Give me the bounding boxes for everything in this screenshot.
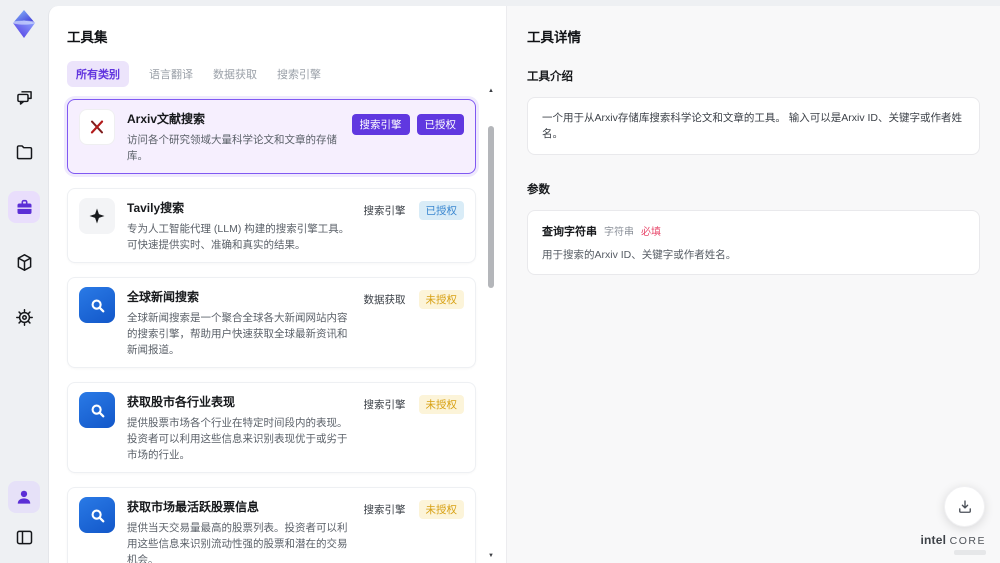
tool-card-description: 提供当天交易量最高的股票列表。投资者可以利用这些信息来识别流动性强的股票和潜在的…: [127, 522, 348, 563]
scrollbar-thumb[interactable]: [488, 126, 494, 288]
magnifier-glyph: [91, 404, 104, 417]
tool-card-global-news[interactable]: 全球新闻搜索 全球新闻搜索是一个聚合全球各大新闻网站内容的搜索引擎，帮助用户快速…: [67, 277, 476, 368]
category-label: 搜索引擎: [363, 504, 406, 516]
category-label: 搜索引擎: [363, 399, 406, 411]
app-logo-gem-icon: [12, 10, 36, 38]
tavily-logo-icon: [79, 198, 115, 234]
download-icon: [958, 499, 971, 513]
tool-card-sector-performance[interactable]: 获取股市各行业表现 提供股票市场各个行业在特定时间段内的表现。投资者可以利用这些…: [67, 382, 476, 473]
tool-card-body: Arxiv文献搜索 访问各个研究领域大量科学论文和文章的存储库。: [127, 109, 352, 164]
param-header: 查询字符串 字符串 必填: [542, 223, 965, 239]
sidebar-rail: [0, 0, 48, 563]
tool-card-title: 全球新闻搜索: [127, 290, 200, 304]
scrollbar-down-arrow[interactable]: ▼: [487, 553, 495, 559]
tool-card-title: Arxiv文献搜索: [127, 112, 206, 126]
stock-search-logo-icon: [79, 392, 115, 428]
magnifier-glyph: [91, 299, 104, 312]
panel-toggle-icon: [16, 530, 32, 544]
tool-card-meta: 搜索引擎 未授权: [363, 497, 464, 519]
sidebar-item-models[interactable]: [8, 246, 40, 278]
arxiv-logo-icon: [79, 109, 115, 145]
sidebar-item-collapse[interactable]: [8, 521, 40, 553]
magnifier-glyph: [91, 509, 104, 522]
page-title: 工具集: [67, 30, 108, 45]
tool-card-description: 访问各个研究领域大量科学论文和文章的存储库。: [127, 134, 337, 162]
status-badge-unauthorized: 未授权: [418, 395, 464, 414]
intel-core-wordmark: intel CORE: [920, 533, 986, 547]
download-button[interactable]: [944, 486, 985, 527]
status-pill-authorized: 已授权: [416, 114, 464, 135]
intel-badge-strip: [954, 550, 986, 555]
detail-title: 工具详情: [527, 30, 581, 45]
intro-box: 一个用于从Arxiv存储库搜索科学论文和文章的工具。 输入可以是Arxiv ID…: [527, 97, 980, 155]
param-name: 查询字符串: [542, 226, 597, 238]
tool-card-meta: 搜索引擎 未授权: [363, 392, 464, 414]
tool-detail-pane: 工具详情 工具介绍 一个用于从Arxiv存储库搜索科学论文和文章的工具。 输入可…: [506, 6, 1000, 563]
param-box: 查询字符串 字符串 必填 用于搜索的Arxiv ID、关键字或作者姓名。: [527, 210, 980, 275]
sidebar-item-account[interactable]: [8, 481, 40, 513]
tool-card-tavily[interactable]: Tavily搜索 专为人工智能代理 (LLM) 构建的搜索引擎工具。可快速提供实…: [67, 188, 476, 263]
category-label: 搜索引擎: [363, 205, 406, 217]
core-word: CORE: [949, 535, 986, 547]
tool-card-most-active-stocks[interactable]: 获取市场最活跃股票信息 提供当天交易量最高的股票列表。投资者可以利用这些信息来识…: [67, 487, 476, 563]
scrollbar-up-arrow[interactable]: ▲: [487, 88, 495, 94]
folder-icon: [16, 144, 32, 159]
list-scrollbar[interactable]: ▲ ▼: [487, 88, 495, 559]
tool-card-title: 获取股市各行业表现: [127, 395, 236, 409]
app-logo: [7, 7, 41, 41]
tab-all-categories[interactable]: 所有类别: [67, 61, 129, 87]
arxiv-x-glyph: [90, 120, 104, 134]
tool-card-body: Tavily搜索 专为人工智能代理 (LLM) 构建的搜索引擎工具。可快速提供实…: [127, 198, 364, 253]
param-required-flag: 必填: [641, 227, 661, 238]
category-label: 数据获取: [363, 294, 406, 306]
tool-card-description: 专为人工智能代理 (LLM) 构建的搜索引擎工具。可快速提供实时、准确和真实的结…: [127, 223, 350, 251]
status-badge-authorized: 已授权: [418, 201, 464, 220]
tab-language-translation[interactable]: 语言翻译: [149, 66, 193, 82]
tool-card-title: Tavily搜索: [127, 201, 185, 215]
user-icon: [17, 490, 31, 504]
tool-card-body: 获取股市各行业表现 提供股票市场各个行业在特定时间段内的表现。投资者可以利用这些…: [127, 392, 364, 463]
app-root: 工具集 所有类别 语言翻译 数据获取 搜索引擎 Arxiv文献搜索 访问各个研究…: [0, 0, 1000, 563]
intro-heading: 工具介绍: [527, 71, 573, 83]
params-heading: 参数: [527, 184, 550, 196]
tool-card-body: 全球新闻搜索 全球新闻搜索是一个聚合全球各大新闻网站内容的搜索引擎，帮助用户快速…: [127, 287, 364, 358]
toolset-pane: 工具集 所有类别 语言翻译 数据获取 搜索引擎 Arxiv文献搜索 访问各个研究…: [49, 6, 506, 563]
status-badge-unauthorized: 未授权: [418, 290, 464, 309]
sidebar-item-tools[interactable]: [8, 191, 40, 223]
intel-core-logo: intel CORE: [920, 533, 986, 555]
category-tabs: 所有类别 语言翻译 数据获取 搜索引擎: [67, 61, 476, 87]
tab-search-engine[interactable]: 搜索引擎: [277, 66, 321, 82]
tool-card-meta: 搜索引擎 已授权: [363, 198, 464, 220]
sidebar-item-chat[interactable]: [8, 81, 40, 113]
sidebar-nav: [8, 81, 40, 333]
tool-card-meta: 数据获取 未授权: [363, 287, 464, 309]
four-point-star-glyph: [89, 208, 105, 224]
param-type: 字符串: [604, 227, 634, 238]
sidebar-item-settings[interactable]: [8, 301, 40, 333]
sidebar-bottom: [8, 481, 40, 553]
cube-icon: [17, 253, 31, 271]
category-pill: 搜索引擎: [351, 114, 410, 135]
tool-card-title: 获取市场最活跃股票信息: [127, 500, 260, 514]
intel-word: intel: [920, 533, 947, 547]
gear-icon: [15, 308, 33, 326]
tab-data-fetch[interactable]: 数据获取: [213, 66, 257, 82]
tool-card-body: 获取市场最活跃股票信息 提供当天交易量最高的股票列表。投资者可以利用这些信息来识…: [127, 497, 364, 563]
stock-search-logo-icon: [79, 497, 115, 533]
tool-card-meta: 搜索引擎 已授权: [351, 109, 464, 135]
intro-text: 一个用于从Arxiv存储库搜索科学论文和文章的工具。 输入可以是Arxiv ID…: [542, 112, 962, 140]
tool-card-description: 提供股票市场各个行业在特定时间段内的表现。投资者可以利用这些信息来识别表现优于或…: [127, 417, 348, 461]
toolbox-icon: [17, 199, 31, 214]
tool-card-arxiv[interactable]: Arxiv文献搜索 访问各个研究领域大量科学论文和文章的存储库。 搜索引擎 已授…: [67, 99, 476, 174]
sidebar-item-files[interactable]: [8, 136, 40, 168]
news-search-logo-icon: [79, 287, 115, 323]
param-description: 用于搜索的Arxiv ID、关键字或作者姓名。: [542, 249, 737, 261]
status-badge-unauthorized: 未授权: [418, 500, 464, 519]
chat-icon: [16, 90, 32, 105]
main-window: 工具集 所有类别 语言翻译 数据获取 搜索引擎 Arxiv文献搜索 访问各个研究…: [48, 6, 1000, 563]
tool-card-description: 全球新闻搜索是一个聚合全球各大新闻网站内容的搜索引擎，帮助用户快速获取全球最新资…: [127, 312, 348, 356]
